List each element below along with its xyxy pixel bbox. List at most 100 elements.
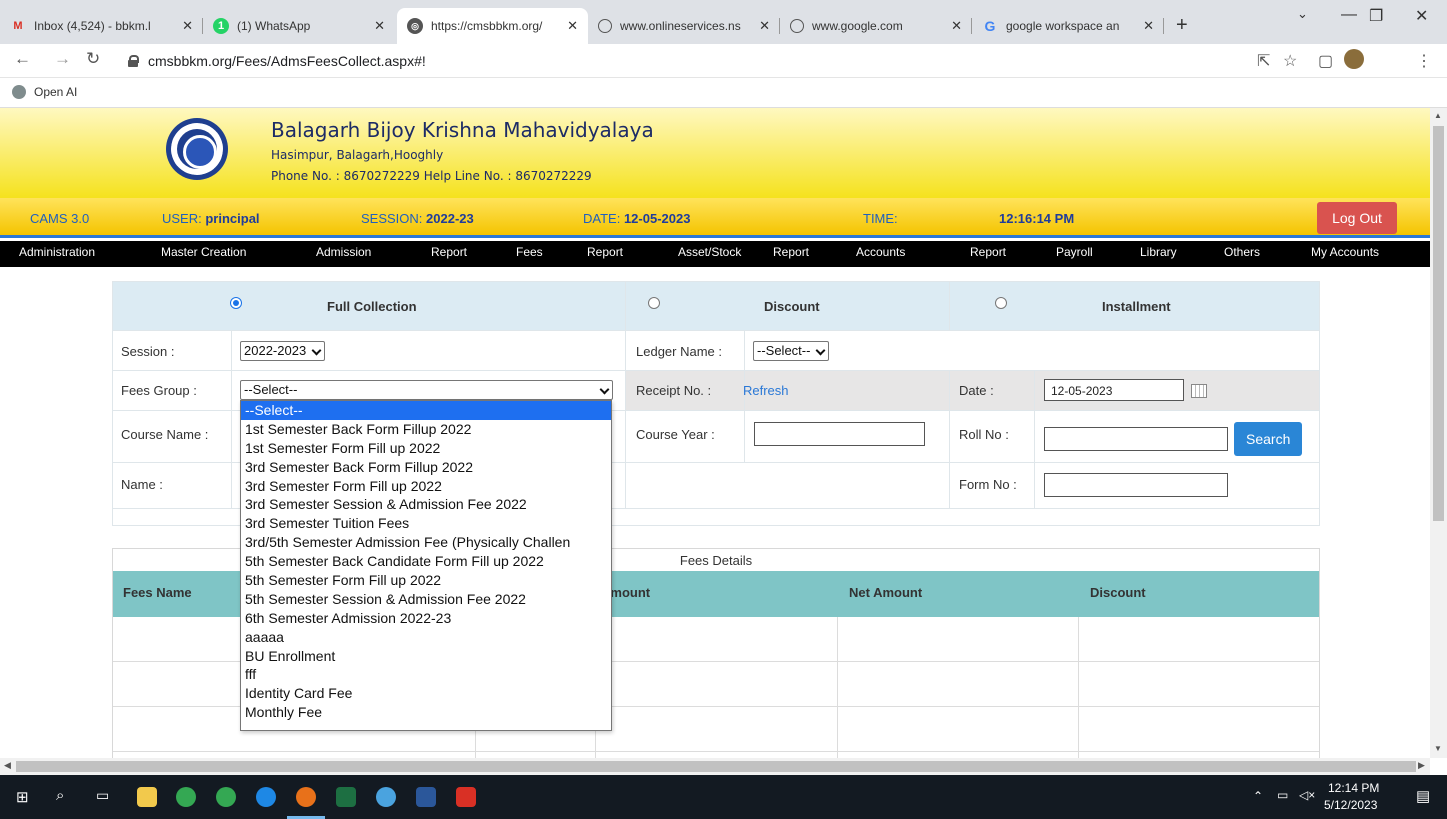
dropdown-option[interactable]: BU Enrollment: [241, 647, 611, 666]
task-view-icon[interactable]: ▭: [96, 787, 109, 804]
college-logo: [166, 118, 228, 180]
close-tab-icon[interactable]: ✕: [951, 18, 962, 34]
close-tab-icon[interactable]: ✕: [182, 18, 193, 34]
bookmark-open-ai[interactable]: Open AI: [12, 85, 77, 99]
menu-kebab-icon[interactable]: ⋮: [1416, 51, 1432, 71]
calendar-icon[interactable]: [1191, 384, 1207, 398]
menu-item[interactable]: Master Creation: [161, 245, 246, 259]
menu-item[interactable]: Accounts: [856, 245, 905, 259]
windows-start-icon[interactable]: ⊞: [16, 788, 29, 806]
close-tab-icon[interactable]: ✕: [374, 18, 385, 34]
close-window-icon[interactable]: ✕: [1415, 6, 1428, 26]
scroll-up-icon[interactable]: ▲: [1434, 111, 1442, 120]
dropdown-option[interactable]: 1st Semester Back Form Fillup 2022: [241, 420, 611, 439]
dropdown-option[interactable]: aaaaa: [241, 628, 611, 647]
tab-gmail[interactable]: M Inbox (4,524) - bbkm.l ✕: [0, 8, 203, 44]
discount-radio[interactable]: [648, 297, 660, 309]
scroll-thumb[interactable]: [16, 761, 1416, 772]
course-year-field[interactable]: [754, 422, 925, 446]
tab-onlineservices[interactable]: www.onlineservices.ns ✕: [588, 8, 780, 44]
dropdown-option[interactable]: 1st Semester Form Fill up 2022: [241, 439, 611, 458]
volume-icon[interactable]: ◁×: [1299, 788, 1315, 802]
pdf-reader-icon[interactable]: [456, 787, 476, 807]
dropdown-option[interactable]: 3rd/5th Semester Admission Fee (Physical…: [241, 533, 611, 552]
menu-item[interactable]: Asset/Stock: [678, 245, 741, 259]
tab-search-icon[interactable]: ⌄: [1297, 6, 1308, 22]
scroll-left-icon[interactable]: ◀: [4, 760, 11, 771]
share-icon[interactable]: ⇱: [1257, 51, 1270, 71]
dropdown-option[interactable]: 3rd Semester Session & Admission Fee 202…: [241, 495, 611, 514]
close-tab-icon[interactable]: ✕: [1143, 18, 1154, 34]
profile-avatar[interactable]: [1344, 49, 1364, 69]
minimize-icon[interactable]: —: [1341, 6, 1357, 24]
dropdown-option[interactable]: Monthly Fee: [241, 703, 611, 722]
word-icon[interactable]: [416, 787, 436, 807]
ledger-select[interactable]: --Select--: [753, 341, 830, 361]
file-explorer-icon[interactable]: [137, 787, 157, 807]
tray-chevron-icon[interactable]: ⌃: [1253, 789, 1263, 803]
menu-item[interactable]: Admission: [316, 245, 371, 259]
tab-whatsapp[interactable]: 1 (1) WhatsApp ✕: [203, 8, 395, 44]
clock-date[interactable]: 5/12/2023: [1324, 798, 1377, 812]
bookmark-star-icon[interactable]: ☆: [1283, 51, 1297, 71]
edge-icon[interactable]: [256, 787, 276, 807]
excel-icon[interactable]: [336, 787, 356, 807]
scroll-right-icon[interactable]: ▶: [1418, 760, 1425, 771]
menu-item[interactable]: Payroll: [1056, 245, 1093, 259]
side-panel-icon[interactable]: ▢: [1318, 51, 1333, 71]
full-collection-radio[interactable]: [230, 297, 242, 309]
dropdown-option[interactable]: 5th Semester Session & Admission Fee 202…: [241, 590, 611, 609]
dropdown-option[interactable]: Identity Card Fee: [241, 684, 611, 703]
tab-google-workspace[interactable]: G google workspace an ✕: [972, 8, 1164, 44]
dropdown-option[interactable]: --Select--: [241, 401, 611, 420]
form-no-field[interactable]: [1044, 473, 1228, 497]
session-select[interactable]: 2022-2023: [240, 341, 326, 361]
search-button[interactable]: Search: [1234, 422, 1303, 456]
menu-item[interactable]: Administration: [19, 245, 95, 259]
tab-cmsbbkm[interactable]: ◎ https://cmsbbkm.org/ ✕: [397, 8, 588, 44]
chrome-profile-icon[interactable]: [216, 787, 236, 807]
menu-item[interactable]: Report: [587, 245, 623, 259]
horizontal-scrollbar[interactable]: ◀ ▶: [0, 758, 1430, 775]
search-icon[interactable]: ⌕: [56, 787, 64, 804]
back-icon[interactable]: ←: [14, 49, 31, 69]
menu-item[interactable]: Library: [1140, 245, 1177, 259]
menu-item[interactable]: Fees: [516, 245, 543, 259]
logout-button[interactable]: Log Out: [1317, 202, 1397, 234]
vertical-scrollbar[interactable]: ▲ ▼: [1430, 108, 1447, 758]
clock-time[interactable]: 12:14 PM: [1328, 781, 1379, 795]
close-tab-icon[interactable]: ✕: [759, 18, 770, 34]
reload-icon[interactable]: ↻: [86, 49, 100, 69]
dropdown-option[interactable]: 3rd Semester Form Fill up 2022: [241, 477, 611, 496]
close-tab-icon[interactable]: ✕: [567, 18, 578, 34]
restore-icon[interactable]: ❐: [1369, 6, 1383, 26]
scroll-down-icon[interactable]: ▼: [1434, 744, 1442, 753]
fees-group-select[interactable]: --Select--: [240, 380, 613, 400]
chrome-app-icon[interactable]: [376, 787, 396, 807]
dropdown-option[interactable]: 3rd Semester Tuition Fees: [241, 514, 611, 533]
tab-google[interactable]: www.google.com ✕: [780, 8, 972, 44]
url-field[interactable]: cmsbbkm.org/Fees/AdmsFeesCollect.aspx#!: [120, 48, 1230, 74]
chrome-icon[interactable]: [296, 787, 316, 807]
dropdown-option[interactable]: 3rd Semester Back Form Fillup 2022: [241, 458, 611, 477]
network-icon[interactable]: ▭: [1277, 788, 1288, 802]
refresh-link[interactable]: Refresh: [743, 383, 789, 398]
dropdown-option[interactable]: 5th Semester Form Fill up 2022: [241, 571, 611, 590]
menu-item[interactable]: Report: [773, 245, 809, 259]
menu-item[interactable]: Report: [970, 245, 1006, 259]
dropdown-option[interactable]: 6th Semester Admission 2022-23: [241, 609, 611, 628]
notification-icon[interactable]: ▤: [1416, 787, 1430, 805]
date-field[interactable]: 12-05-2023: [1044, 379, 1184, 401]
chrome-profile-icon[interactable]: [176, 787, 196, 807]
roll-no-field[interactable]: [1044, 427, 1228, 451]
installment-radio[interactable]: [995, 297, 1007, 309]
menu-item[interactable]: My Accounts: [1311, 245, 1379, 259]
scroll-thumb[interactable]: [1433, 126, 1444, 521]
dropdown-option[interactable]: 5th Semester Back Candidate Form Fill up…: [241, 552, 611, 571]
menu-item[interactable]: Others: [1224, 245, 1260, 259]
dropdown-option[interactable]: fff: [241, 665, 611, 684]
new-tab-icon[interactable]: +: [1176, 14, 1188, 37]
menu-item[interactable]: Report: [431, 245, 467, 259]
forward-icon[interactable]: →: [54, 49, 71, 69]
fees-group-dropdown-list[interactable]: --Select-- 1st Semester Back Form Fillup…: [240, 400, 612, 731]
